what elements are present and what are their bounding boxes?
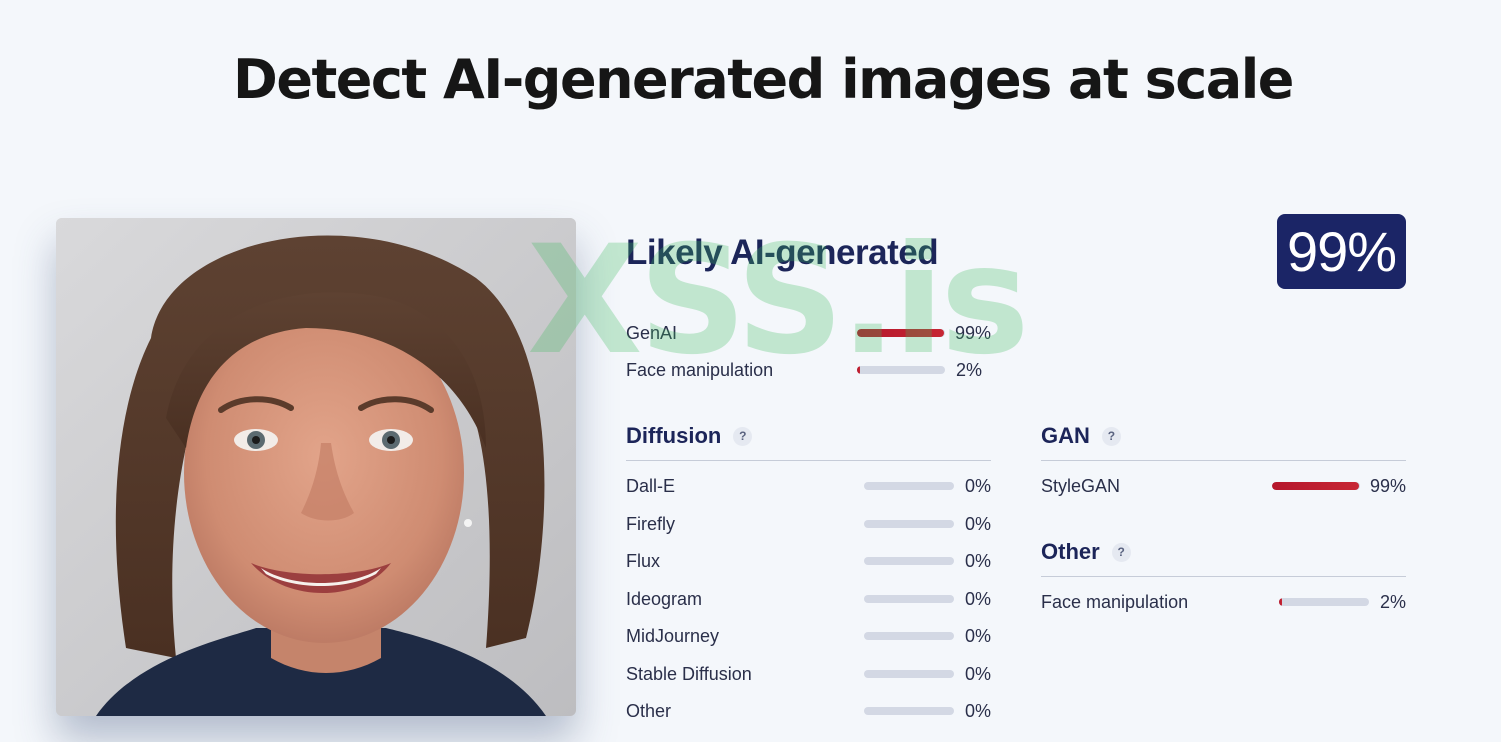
diffusion-row: Dall-E 0% [626,474,991,498]
face-portrait-illustration [56,218,576,716]
model-label: Dall-E [626,476,676,496]
score-bar [864,595,954,603]
score-bar-fill [857,329,945,337]
diffusion-row: Stable Diffusion 0% [626,662,991,686]
gan-section-title: GAN ? [1041,421,1121,451]
model-percent: 99% [1369,476,1406,496]
score-bar [1272,482,1360,490]
score-bar [864,707,954,715]
section-title-text: Diffusion [626,423,722,448]
other-section-title: Other ? [1041,537,1131,567]
model-percent: 0% [964,589,991,609]
model-label: Ideogram [626,589,703,609]
verdict-title: Likely AI-generated [626,233,939,272]
score-bar [857,366,945,374]
summary-percent: 99% [954,323,991,343]
score-bar-fill [857,366,860,374]
help-icon[interactable]: ? [1111,542,1131,562]
model-label: Firefly [626,514,675,534]
score-bar [864,670,954,678]
section-divider [1041,460,1406,461]
summary-row-face-manipulation: Face manipulation 2% [626,358,982,382]
score-bar-fill [1279,598,1282,606]
summary-label: GenAI [626,323,678,343]
model-percent: 0% [964,701,991,721]
section-divider [626,460,991,461]
score-bar-fill [1272,482,1360,490]
gan-row: StyleGAN 99% [1041,474,1406,498]
overall-score-badge: 99% [1277,214,1406,289]
model-percent: 0% [964,664,991,684]
diffusion-row: Firefly 0% [626,512,991,536]
model-percent: 0% [964,476,991,496]
help-icon[interactable]: ? [1101,426,1121,446]
section-title-text: GAN [1041,423,1090,448]
score-bar [1279,598,1369,606]
summary-percent: 2% [955,360,982,380]
diffusion-row: MidJourney 0% [626,624,991,648]
page-headline: Detect AI-generated images at scale [233,48,1294,111]
diffusion-row: Flux 0% [626,549,991,573]
score-bar [864,520,954,528]
diffusion-row: Other 0% [626,699,991,723]
model-label: Face manipulation [1041,592,1189,612]
model-percent: 0% [964,551,991,571]
analyzed-face-image [56,218,576,716]
section-divider [1041,576,1406,577]
score-bar [864,632,954,640]
model-label: MidJourney [626,626,720,646]
model-percent: 2% [1379,592,1406,612]
model-label: Flux [626,551,661,571]
model-percent: 0% [964,514,991,534]
section-title-text: Other [1041,539,1100,564]
model-percent: 0% [964,626,991,646]
score-bar [864,482,954,490]
model-label: Stable Diffusion [626,664,752,684]
score-bar [857,329,945,337]
summary-row-genai: GenAI 99% [626,321,991,345]
model-label: StyleGAN [1041,476,1121,496]
diffusion-section-title: Diffusion ? [626,421,753,451]
summary-label: Face manipulation [626,360,774,380]
score-bar [864,557,954,565]
diffusion-row: Ideogram 0% [626,587,991,611]
help-icon[interactable]: ? [733,426,753,446]
other-row: Face manipulation 2% [1041,590,1406,614]
model-label: Other [626,701,672,721]
